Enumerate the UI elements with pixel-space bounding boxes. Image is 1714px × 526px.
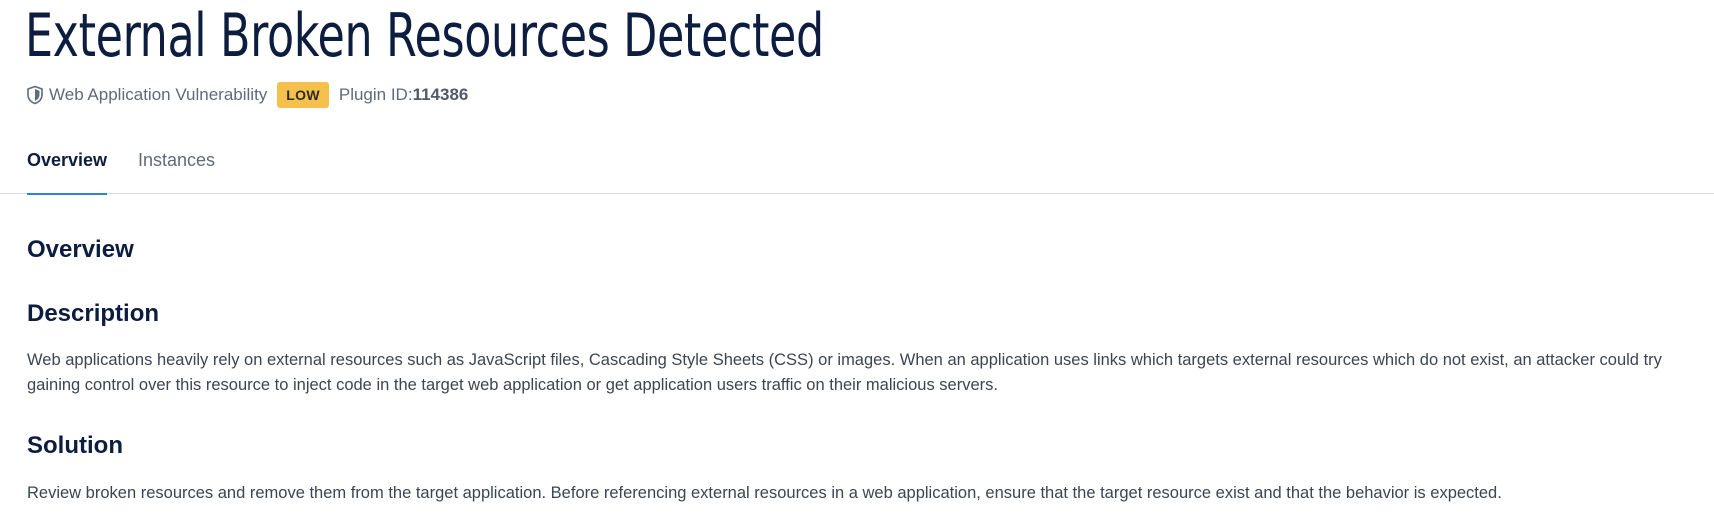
plugin-id-label: Plugin ID: (338, 85, 413, 104)
solution-heading: Solution (27, 432, 123, 459)
vulnerability-category: Web Application Vulnerability (49, 85, 268, 104)
plugin-meta-row: Web Application Vulnerability LOW Plugin… (26, 82, 468, 108)
tab-overview[interactable]: Overview (27, 130, 108, 195)
tab-instances[interactable]: Instances (138, 130, 215, 194)
description-text: Web applications heavily rely on externa… (27, 351, 1662, 394)
overview-heading: Overview (27, 236, 134, 263)
severity-badge: LOW (277, 82, 329, 108)
page-title: External Broken Resources Detected (25, 1, 824, 71)
shield-icon (26, 85, 44, 105)
solution-text: Review broken resources and remove them … (27, 484, 1502, 502)
plugin-id-value: 114386 (412, 85, 469, 104)
tab-bar: Overview Instances (0, 130, 1714, 195)
page: External Broken Resources Detected Web A… (0, 0, 1714, 526)
description-heading: Description (27, 300, 160, 327)
